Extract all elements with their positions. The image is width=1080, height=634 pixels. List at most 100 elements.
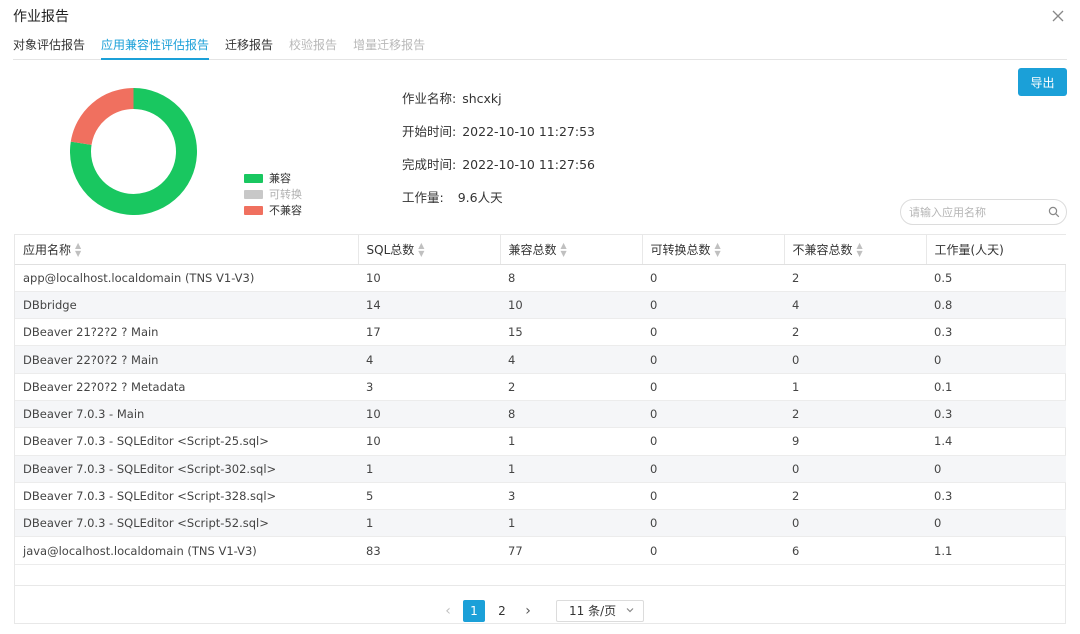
cell-workload: 1.1: [926, 536, 1066, 565]
col-header-sql-total[interactable]: SQL总数 ▲ ▼: [358, 235, 501, 265]
col-header-label: SQL总数: [366, 242, 415, 257]
cell-incompatible-total: 4: [784, 291, 926, 320]
cell-app-name: DBeaver 7.0.3 - Main: [15, 400, 358, 429]
col-header-label: 应用名称: [23, 242, 72, 257]
cell-compatible-total: 1: [500, 427, 642, 456]
legend-item-incompatible[interactable]: 不兼容: [244, 202, 302, 218]
cell-incompatible-total: 0: [784, 455, 926, 483]
search-icon[interactable]: [1048, 206, 1060, 218]
table-row[interactable]: DBbridge 14 10 0 4 0.8: [15, 291, 1066, 320]
page-button-1[interactable]: 1: [463, 599, 485, 622]
sort-icon[interactable]: ▲ ▼: [715, 242, 721, 258]
cell-convertible-total: 0: [642, 291, 784, 320]
pagination: ‹ 1 2 › 11 条/页: [15, 585, 1065, 625]
cell-convertible-total: 0: [642, 427, 784, 456]
cell-sql-total: 1: [358, 455, 500, 483]
tab-app-compatibility[interactable]: 应用兼容性评估报告: [101, 36, 210, 60]
cell-convertible-total: 0: [642, 264, 784, 292]
cell-workload: 0.3: [926, 482, 1066, 511]
job-info: 作业名称: shcxkj 开始时间: 2022-10-10 11:27:53 完成时…: [402, 88, 595, 220]
cell-incompatible-total: 6: [784, 536, 926, 565]
table-row[interactable]: app@localhost.localdomain (TNS V1-V3) 10 8…: [15, 264, 1066, 292]
tab-incremental-migration[interactable]: 增量迁移报告: [353, 36, 425, 60]
col-header-compatible-total[interactable]: 兼容总数 ▲ ▼: [500, 235, 643, 265]
cell-workload: 0: [926, 345, 1066, 374]
col-header-app-name[interactable]: 应用名称 ▲ ▼: [15, 235, 359, 265]
cell-convertible-total: 0: [642, 318, 784, 347]
start-time-row: 开始时间: 2022-10-10 11:27:53: [402, 121, 595, 154]
col-header-incompatible-total[interactable]: 不兼容总数 ▲ ▼: [784, 235, 927, 265]
dialog-title: 作业报告: [13, 9, 69, 25]
cell-workload: 0: [926, 455, 1066, 483]
cell-convertible-total: 0: [642, 536, 784, 565]
table-row[interactable]: java@localhost.localdomain (TNS V1-V3) 83…: [15, 536, 1066, 565]
cell-convertible-total: 0: [642, 373, 784, 401]
legend-label-convertible: 可转换: [269, 188, 302, 201]
legend-label-incompatible: 不兼容: [269, 204, 302, 217]
cell-sql-total: 4: [358, 345, 500, 374]
sort-icon[interactable]: ▲ ▼: [418, 242, 424, 258]
cell-app-name: DBeaver 7.0.3 - SQLEditor <Script-25.sql…: [15, 427, 358, 456]
table-row[interactable]: DBeaver 7.0.3 - Main 10 8 0 2 0.3: [15, 400, 1066, 429]
cell-sql-total: 1: [358, 509, 500, 538]
col-header-convertible-total[interactable]: 可转换总数 ▲ ▼: [642, 235, 785, 265]
prev-page-icon[interactable]: ‹: [436, 603, 460, 619]
export-button[interactable]: 导出: [1018, 68, 1067, 96]
cell-app-name: DBeaver 7.0.3 - SQLEditor <Script-302.sq…: [15, 455, 358, 483]
table-row[interactable]: DBeaver 21?2?2 ? Main 17 15 0 2 0.3: [15, 318, 1066, 347]
tab-migration[interactable]: 迁移报告: [225, 36, 273, 60]
cell-convertible-total: 0: [642, 345, 784, 374]
table-row[interactable]: DBeaver 22?0?2 ? Main 4 4 0 0 0: [15, 345, 1066, 374]
cell-incompatible-total: 2: [784, 482, 926, 511]
start-time-value: 2022-10-10 11:27:53: [462, 124, 595, 139]
legend-swatch-compatible: [244, 173, 263, 183]
cell-compatible-total: 8: [500, 264, 642, 292]
cell-sql-total: 14: [358, 291, 500, 320]
end-time-label: 完成时间:: [402, 157, 457, 172]
compatibility-donut-chart: [70, 88, 197, 215]
job-name-value: shcxkj: [462, 91, 502, 106]
col-header-label: 工作量(人天): [934, 242, 1004, 257]
cell-compatible-total: 77: [500, 536, 642, 565]
cell-incompatible-total: 9: [784, 427, 926, 456]
sort-icon[interactable]: ▲ ▼: [75, 242, 81, 258]
next-page-icon[interactable]: ›: [516, 603, 540, 619]
table-row[interactable]: DBeaver 7.0.3 - SQLEditor <Script-25.sql…: [15, 427, 1066, 456]
cell-sql-total: 10: [358, 427, 500, 456]
tab-verification[interactable]: 校验报告: [289, 36, 337, 60]
cell-incompatible-total: 0: [784, 345, 926, 374]
page-button-2[interactable]: 2: [491, 600, 513, 622]
cell-compatible-total: 4: [500, 345, 642, 374]
table-row[interactable]: DBeaver 7.0.3 - SQLEditor <Script-328.sq…: [15, 482, 1066, 511]
sort-icon[interactable]: ▲ ▼: [857, 242, 863, 258]
sort-icon[interactable]: ▲ ▼: [561, 242, 567, 258]
page-size-select[interactable]: 11 条/页: [556, 599, 644, 622]
cell-workload: 0.8: [926, 291, 1066, 320]
cell-workload: 0.5: [926, 264, 1066, 292]
chart-legend: 兼容 可转换 不兼容: [244, 170, 302, 218]
workload-value: 9.6人天: [457, 190, 503, 205]
col-header-label: 兼容总数: [508, 242, 557, 257]
tab-object-assessment[interactable]: 对象评估报告: [13, 36, 85, 60]
cell-convertible-total: 0: [642, 482, 784, 511]
table-row[interactable]: DBeaver 22?0?2 ? Metadata 3 2 0 1 0.1: [15, 373, 1066, 401]
page-size-value: 11 条/页: [569, 603, 617, 618]
app-search-input[interactable]: [901, 200, 1041, 224]
legend-label-compatible: 兼容: [269, 172, 291, 185]
cell-app-name: DBbridge: [15, 291, 358, 320]
table-row[interactable]: DBeaver 7.0.3 - SQLEditor <Script-302.sq…: [15, 455, 1066, 483]
close-icon[interactable]: [1050, 8, 1066, 24]
table-row[interactable]: DBeaver 7.0.3 - SQLEditor <Script-52.sql…: [15, 509, 1066, 538]
col-header-label: 可转换总数: [650, 242, 711, 257]
cell-sql-total: 10: [358, 400, 500, 429]
cell-convertible-total: 0: [642, 509, 784, 538]
legend-item-compatible[interactable]: 兼容: [244, 170, 302, 186]
cell-compatible-total: 15: [500, 318, 642, 347]
cell-app-name: DBeaver 7.0.3 - SQLEditor <Script-328.sq…: [15, 482, 358, 511]
donut-segment-不兼容[interactable]: [70, 88, 135, 146]
legend-item-convertible[interactable]: 可转换: [244, 186, 302, 202]
cell-workload: 0: [926, 509, 1066, 538]
table-header-row: 应用名称 ▲ ▼ SQL总数 ▲ ▼ 兼容总数 ▲ ▼ 可转换总数 ▲ ▼ 不兼容总数 ▲ ▼ 工作…: [15, 235, 1066, 265]
end-time-value: 2022-10-10 11:27:56: [462, 157, 595, 172]
cell-compatible-total: 8: [500, 400, 642, 429]
